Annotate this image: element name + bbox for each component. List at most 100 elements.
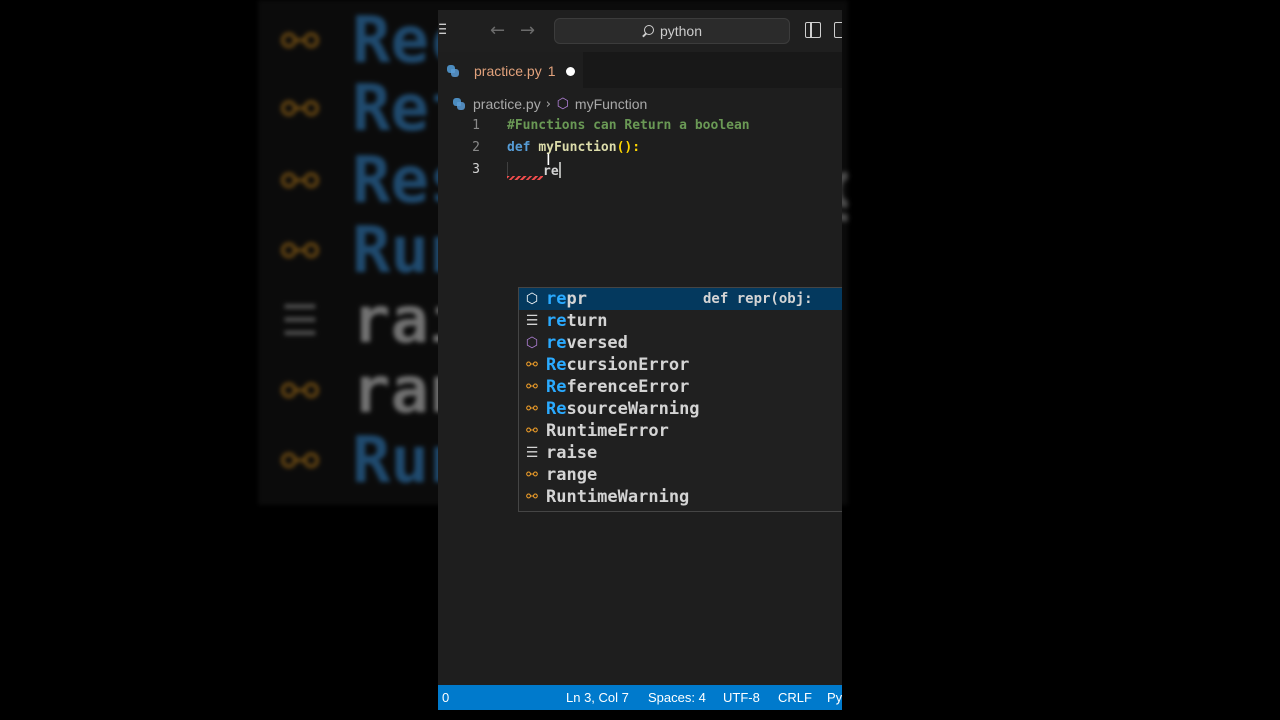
method-cube-icon: ⬡: [525, 291, 539, 307]
class-icon: ⚯: [280, 434, 320, 488]
rest-text: versed: [566, 333, 628, 353]
backdrop-row: ⚯ Ref: [258, 72, 468, 146]
rest-text: pr: [566, 289, 587, 309]
breadcrumb-file[interactable]: practice.py: [473, 96, 541, 112]
suggestion-label: ResourceWarning: [546, 399, 700, 419]
chevron-right-icon: ›: [545, 96, 551, 112]
suggestion-label: ReferenceError: [546, 377, 689, 397]
method-cube-icon: ⬡: [556, 96, 570, 112]
class-icon: ⚯: [526, 423, 538, 439]
breadcrumb-symbol[interactable]: myFunction: [575, 96, 647, 112]
suggestion-label: RecursionError: [546, 355, 689, 375]
backdrop-row: ⚯ Res: [258, 144, 468, 218]
suggestion-item[interactable]: ⚯ ResourceWarning: [519, 398, 842, 420]
python-file-icon: [452, 97, 466, 111]
problem-count: 1: [547, 63, 556, 79]
code-line-current[interactable]: 3 re: [438, 159, 842, 181]
backdrop-row: ⚯ Rec: [258, 4, 468, 78]
suggestion-detail: def repr(obj:: [703, 291, 822, 307]
search-label: python: [659, 23, 703, 39]
status-encoding[interactable]: UTF-8: [723, 690, 760, 705]
function-parens: ():: [616, 140, 641, 155]
command-center-search[interactable]: python: [554, 18, 790, 44]
forward-arrow-icon[interactable]: →: [520, 20, 535, 41]
match-text: re: [546, 333, 567, 353]
class-icon: ⚯: [280, 224, 320, 278]
tab-label: practice.py: [474, 63, 542, 79]
code-line[interactable]: 1 #Functions can Return a boolean: [438, 115, 842, 137]
class-icon: ⚯: [526, 467, 538, 483]
keyword-icon: ☰: [281, 296, 319, 345]
suggestion-item[interactable]: ⚯ range: [519, 464, 842, 486]
backdrop-row: ☰ rai: [258, 284, 467, 358]
tab-practice-py[interactable]: practice.py 1: [438, 52, 583, 89]
suggestion-label: raise: [546, 443, 598, 463]
text-cursor: [558, 162, 561, 178]
class-icon: ⚯: [526, 489, 538, 505]
suggestion-item[interactable]: ⚯ RuntimeError: [519, 420, 842, 442]
backdrop-row: ⚯ ran: [258, 354, 468, 428]
suggestion-item[interactable]: ⚯ RuntimeWarning: [519, 486, 842, 508]
class-icon: ⚯: [280, 364, 320, 418]
suggestion-item[interactable]: ☰ raise: [519, 442, 842, 464]
code-line[interactable]: 2 def myFunction():: [438, 137, 842, 159]
suggestion-label: reversed: [546, 333, 628, 353]
rest-text: turn: [566, 311, 608, 331]
status-bar: 0 Ln 3, Col 7 Spaces: 4 UTF-8 CRLF Py: [438, 685, 842, 710]
python-file-icon: [446, 64, 460, 78]
suggestion-label: return: [546, 311, 607, 331]
keyword-icon: ☰: [525, 313, 539, 329]
code-text: def myFunction():: [507, 140, 640, 155]
status-eol[interactable]: CRLF: [778, 690, 812, 705]
status-cursor-position[interactable]: Ln 3, Col 7: [566, 690, 629, 705]
line-number: 3: [472, 162, 480, 177]
status-problems[interactable]: 0: [442, 690, 449, 705]
class-icon: ⚯: [526, 379, 538, 395]
error-squiggle: [507, 176, 543, 180]
backdrop-row: ⚯ Run: [258, 424, 468, 498]
match-text: Re: [546, 377, 567, 397]
class-icon: ⚯: [526, 357, 538, 373]
class-icon: ⚯: [280, 14, 320, 68]
editor-window: ☰ ← → python practice.py 1 practice.py ›…: [438, 10, 842, 710]
backdrop-row: ⚯ Run: [258, 214, 468, 288]
match-text: Re: [546, 355, 567, 375]
back-arrow-icon[interactable]: ←: [490, 20, 505, 41]
suggestion-label: range: [546, 465, 598, 485]
match-text: Re: [546, 399, 567, 419]
suggestion-label: RuntimeError: [546, 421, 669, 441]
suggestion-item[interactable]: ⚯ RecursionError: [519, 354, 842, 376]
suggestion-item[interactable]: ⬡ repr def repr(obj:: [519, 288, 842, 310]
suggestion-item[interactable]: ☰ return: [519, 310, 842, 332]
rest-text: ferenceError: [566, 377, 690, 397]
breadcrumb: practice.py › ⬡ myFunction: [438, 94, 842, 114]
class-icon: ⚯: [280, 154, 320, 208]
status-indentation[interactable]: Spaces: 4: [648, 690, 706, 705]
search-icon: [642, 25, 654, 37]
suggestion-widget: ⬡ repr def repr(obj: ☰ return ⬡ reversed…: [518, 287, 842, 512]
class-icon: ⚯: [280, 82, 320, 136]
match-text: re: [546, 311, 567, 331]
match-text: re: [546, 289, 567, 309]
keyword-icon: ☰: [525, 445, 539, 461]
toggle-panel-icon[interactable]: [834, 22, 842, 38]
suggestion-label: RuntimeWarning: [546, 487, 690, 507]
menu-icon[interactable]: ☰: [438, 22, 446, 36]
mouse-text-cursor-icon: I: [546, 150, 551, 169]
keyword-def: def: [507, 140, 531, 155]
unsaved-dot-icon[interactable]: [565, 66, 575, 76]
class-icon: ⚯: [526, 401, 538, 417]
rest-text: sourceWarning: [566, 399, 700, 419]
line-number: 2: [472, 140, 480, 155]
line-number: 1: [472, 118, 480, 133]
status-language[interactable]: Py: [827, 690, 842, 705]
comment-text: #Functions can Return a boolean: [507, 118, 750, 133]
suggestion-item[interactable]: ⚯ ReferenceError: [519, 376, 842, 398]
toggle-sidebar-icon[interactable]: [805, 22, 821, 38]
suggestion-item[interactable]: ⬡ reversed: [519, 332, 842, 354]
method-cube-icon: ⬡: [525, 335, 539, 351]
tab-bar: practice.py 1: [438, 52, 842, 89]
suggestion-label: repr: [546, 289, 587, 309]
rest-text: cursionError: [566, 355, 690, 375]
title-bar: ☰ ← → python: [438, 10, 842, 52]
